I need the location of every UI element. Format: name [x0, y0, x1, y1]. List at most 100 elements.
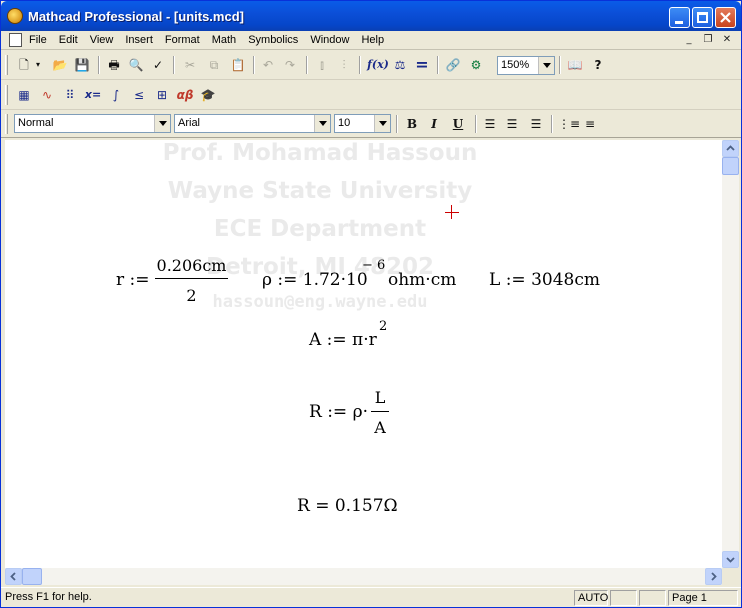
- font-dropdown-arrow[interactable]: [314, 115, 330, 132]
- font-select[interactable]: Arial: [174, 114, 331, 133]
- redo-icon[interactable]: ↷: [281, 56, 299, 74]
- open-folder-icon[interactable]: 📂: [51, 56, 69, 74]
- boolean-palette-icon[interactable]: ≤: [130, 86, 148, 104]
- vertical-scrollbar[interactable]: [722, 140, 739, 568]
- horizontal-scrollbar[interactable]: [5, 568, 722, 585]
- print-icon[interactable]: 🖶: [105, 56, 123, 74]
- help-icon[interactable]: ?: [589, 56, 607, 74]
- R-numerator[interactable]: L: [371, 388, 389, 407]
- status-panel-empty: [610, 590, 637, 606]
- separator: [396, 115, 398, 133]
- r-denominator[interactable]: 2: [155, 286, 228, 305]
- style-select[interactable]: Normal: [14, 114, 171, 133]
- title-bar[interactable]: Mathcad Professional - [units.mcd]: [1, 1, 741, 31]
- scroll-down-button[interactable]: [722, 551, 739, 568]
- worksheet-canvas[interactable]: Prof. Mohamad Hassoun Wayne State Univer…: [5, 140, 722, 568]
- insert-hyperlink-icon[interactable]: 🔗: [444, 56, 462, 74]
- calculus-palette-icon[interactable]: ∫: [107, 86, 125, 104]
- bold-button[interactable]: B: [403, 115, 421, 133]
- print-preview-icon[interactable]: 🔍: [127, 56, 145, 74]
- A-exponent[interactable]: 2: [379, 319, 387, 334]
- document-icon[interactable]: [9, 33, 22, 47]
- r-numerator[interactable]: 0.206cm: [155, 256, 228, 275]
- copy-icon[interactable]: ⧉: [205, 56, 223, 74]
- fraction-bar: [155, 278, 228, 279]
- horizontal-scroll-thumb[interactable]: [22, 568, 42, 585]
- insert-function-icon[interactable]: f(x): [367, 56, 389, 74]
- toolbar-grip[interactable]: [5, 85, 8, 105]
- page-indicator: Page 1: [668, 590, 738, 606]
- underline-button[interactable]: U: [449, 115, 467, 133]
- calculator-palette-icon[interactable]: ▦: [15, 86, 33, 104]
- toolbar-grip[interactable]: [5, 55, 8, 75]
- align-down-icon[interactable]: ⫶: [335, 56, 353, 74]
- menu-help[interactable]: Help: [355, 33, 390, 48]
- menu-insert[interactable]: Insert: [119, 33, 159, 48]
- toolbar-grip[interactable]: [5, 114, 8, 134]
- font-size-select[interactable]: 10: [334, 114, 391, 133]
- font-size-dropdown-arrow[interactable]: [374, 115, 390, 132]
- menu-symbolics[interactable]: Symbolics: [242, 33, 304, 48]
- cut-icon[interactable]: ✂: [181, 56, 199, 74]
- menu-window[interactable]: Window: [304, 33, 355, 48]
- style-dropdown-arrow[interactable]: [154, 115, 170, 132]
- minimize-button[interactable]: [669, 7, 690, 28]
- separator: [173, 56, 175, 74]
- close-icon: [720, 12, 731, 23]
- separator: [551, 115, 553, 133]
- L-definition[interactable]: L := 3048cm: [489, 270, 600, 290]
- symbolic-palette-icon[interactable]: 🎓: [199, 86, 217, 104]
- align-center-icon[interactable]: ☰: [503, 115, 521, 133]
- menu-format[interactable]: Format: [159, 33, 206, 48]
- separator: [475, 115, 477, 133]
- programming-palette-icon[interactable]: ⊞: [153, 86, 171, 104]
- align-across-icon[interactable]: ⫾: [313, 56, 331, 74]
- scroll-right-button[interactable]: [705, 568, 722, 585]
- fraction-bar: [371, 411, 389, 412]
- A-definition[interactable]: A := π·r: [309, 330, 377, 350]
- r-definition-lhs[interactable]: r :=: [116, 270, 150, 290]
- scroll-left-button[interactable]: [5, 568, 22, 585]
- paste-icon[interactable]: 📋: [229, 56, 247, 74]
- evaluation-palette-icon[interactable]: x=: [84, 86, 102, 104]
- zoom-select[interactable]: 150%: [497, 56, 555, 75]
- rho-exponent[interactable]: − 6: [362, 258, 385, 273]
- calc-mode-panel[interactable]: AUTO: [574, 590, 608, 606]
- numbering-icon[interactable]: ≡: [581, 115, 599, 133]
- insert-unit-icon[interactable]: ⚖: [391, 56, 409, 74]
- spell-check-icon[interactable]: ✓: [149, 56, 167, 74]
- rho-definition-lhs[interactable]: ρ := 1.72·10: [262, 270, 368, 290]
- R-result[interactable]: R = 0.157Ω: [297, 496, 398, 516]
- R-definition-lhs[interactable]: R := ρ·: [309, 402, 368, 422]
- vertical-scroll-thumb[interactable]: [722, 157, 739, 175]
- close-button[interactable]: [715, 7, 736, 28]
- calculate-icon[interactable]: =: [413, 56, 431, 74]
- component-wizard-icon[interactable]: ⚙: [467, 56, 485, 74]
- save-icon[interactable]: 💾: [73, 56, 91, 74]
- R-denominator[interactable]: A: [371, 418, 389, 437]
- menu-file[interactable]: File: [23, 33, 53, 48]
- new-dropdown-icon[interactable]: ▾: [33, 56, 43, 74]
- maximize-button[interactable]: [692, 7, 713, 28]
- doc-close-button[interactable]: ✕: [719, 33, 735, 47]
- italic-button[interactable]: I: [425, 115, 443, 133]
- scroll-up-button[interactable]: [722, 140, 739, 157]
- mathcad-app-icon[interactable]: [7, 8, 23, 24]
- align-left-icon[interactable]: ☰: [481, 115, 499, 133]
- undo-icon[interactable]: ↶: [259, 56, 277, 74]
- rho-unit[interactable]: ohm·cm: [388, 270, 456, 290]
- greek-palette-icon[interactable]: αβ: [176, 86, 194, 104]
- resource-center-icon[interactable]: 📖: [566, 56, 584, 74]
- graph-palette-icon[interactable]: ∿: [38, 86, 56, 104]
- menu-math[interactable]: Math: [206, 33, 242, 48]
- bullets-icon[interactable]: ⋮≡: [558, 115, 580, 133]
- new-document-icon[interactable]: 🗋: [15, 56, 33, 74]
- doc-minimize-button[interactable]: _: [681, 33, 697, 47]
- menu-view[interactable]: View: [84, 33, 120, 48]
- menu-edit[interactable]: Edit: [53, 33, 84, 48]
- math-toolbar: ▦ ∿ ⠿ x= ∫ ≤ ⊞ αβ 🎓: [1, 81, 741, 110]
- zoom-dropdown-arrow[interactable]: [538, 57, 554, 74]
- doc-restore-button[interactable]: ❐: [700, 33, 716, 47]
- align-right-icon[interactable]: ☰: [527, 115, 545, 133]
- matrix-palette-icon[interactable]: ⠿: [61, 86, 79, 104]
